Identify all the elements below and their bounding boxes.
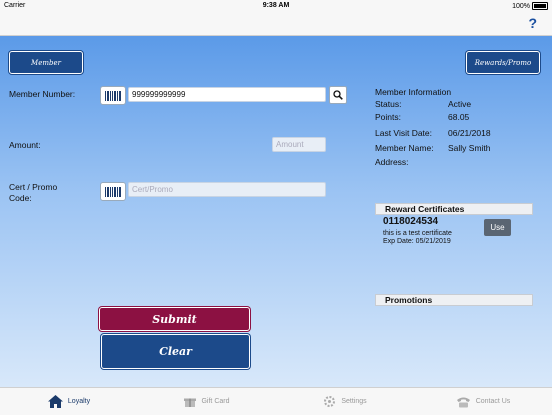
member-info-title: Member Information (375, 87, 452, 97)
status-value: Active (448, 99, 472, 109)
last-visit-value: 06/21/2018 (448, 128, 491, 138)
tab-label: Contact Us (475, 398, 511, 405)
amount-label: Amount: (9, 140, 41, 150)
cert-promo-label: Cert / Promo (9, 182, 58, 192)
home-icon (47, 395, 63, 408)
tab-gift-card[interactable]: Gift Card (138, 388, 276, 415)
member-number-label: Member Number: (9, 89, 76, 99)
points-value: 68.05 (448, 112, 470, 122)
rewards-promo-button[interactable]: Rewards/Promo (466, 51, 540, 74)
battery-icon (532, 2, 548, 10)
status-label: Status: (375, 99, 402, 109)
certificate-expiry: Exp Date: 05/21/2019 (383, 238, 451, 245)
tab-settings[interactable]: Settings (276, 388, 414, 415)
certificate-description: this is a test certificate (383, 230, 452, 237)
gift-icon (184, 398, 197, 407)
barcode-scan-button[interactable] (100, 86, 126, 105)
member-name-value: Sally Smith (448, 143, 491, 153)
tab-label: Loyalty (67, 398, 91, 405)
promotions-header: Promotions (375, 294, 533, 306)
navigation-bar: ? (0, 13, 552, 36)
reward-certificates-header: Reward Certificates (375, 203, 533, 215)
member-button[interactable]: Member (9, 51, 83, 74)
help-icon[interactable]: ? (528, 15, 537, 31)
tab-label: Gift Card (201, 398, 230, 405)
tab-contact-us[interactable]: Contact Us (414, 388, 552, 415)
submit-button[interactable]: Submit (99, 307, 250, 331)
use-certificate-button[interactable]: Use (484, 219, 511, 236)
member-name-label: Member Name: (375, 143, 434, 153)
cert-promo-label-2: Code: (9, 193, 32, 203)
search-button[interactable] (329, 86, 347, 104)
gear-icon (324, 396, 336, 407)
amount-input[interactable]: Amount (272, 137, 326, 152)
address-label: Address: (375, 157, 409, 167)
tab-bar: Loyalty Gift Card Settings Contact Us (0, 387, 552, 415)
battery-indicator: 100% (512, 2, 548, 10)
phone-icon (456, 397, 470, 407)
points-label: Points: (375, 112, 401, 122)
barcode-icon (105, 90, 121, 101)
cert-barcode-scan-button[interactable] (100, 182, 126, 201)
tab-loyalty[interactable]: Loyalty (0, 388, 138, 415)
search-icon (333, 90, 343, 100)
certificate-number: 0118024534 (383, 216, 439, 227)
battery-percent: 100% (512, 2, 530, 10)
clock: 9:38 AM (262, 2, 290, 9)
member-number-input[interactable]: 999999999999 (128, 87, 326, 102)
clear-button[interactable]: Clear (101, 334, 250, 369)
cert-promo-input[interactable]: Cert/Promo (128, 182, 326, 197)
status-bar: Carrier 9:38 AM 100% (0, 0, 552, 13)
tab-label: Settings (341, 398, 367, 405)
last-visit-label: Last Visit Date: (375, 128, 433, 138)
barcode-icon (105, 186, 121, 197)
